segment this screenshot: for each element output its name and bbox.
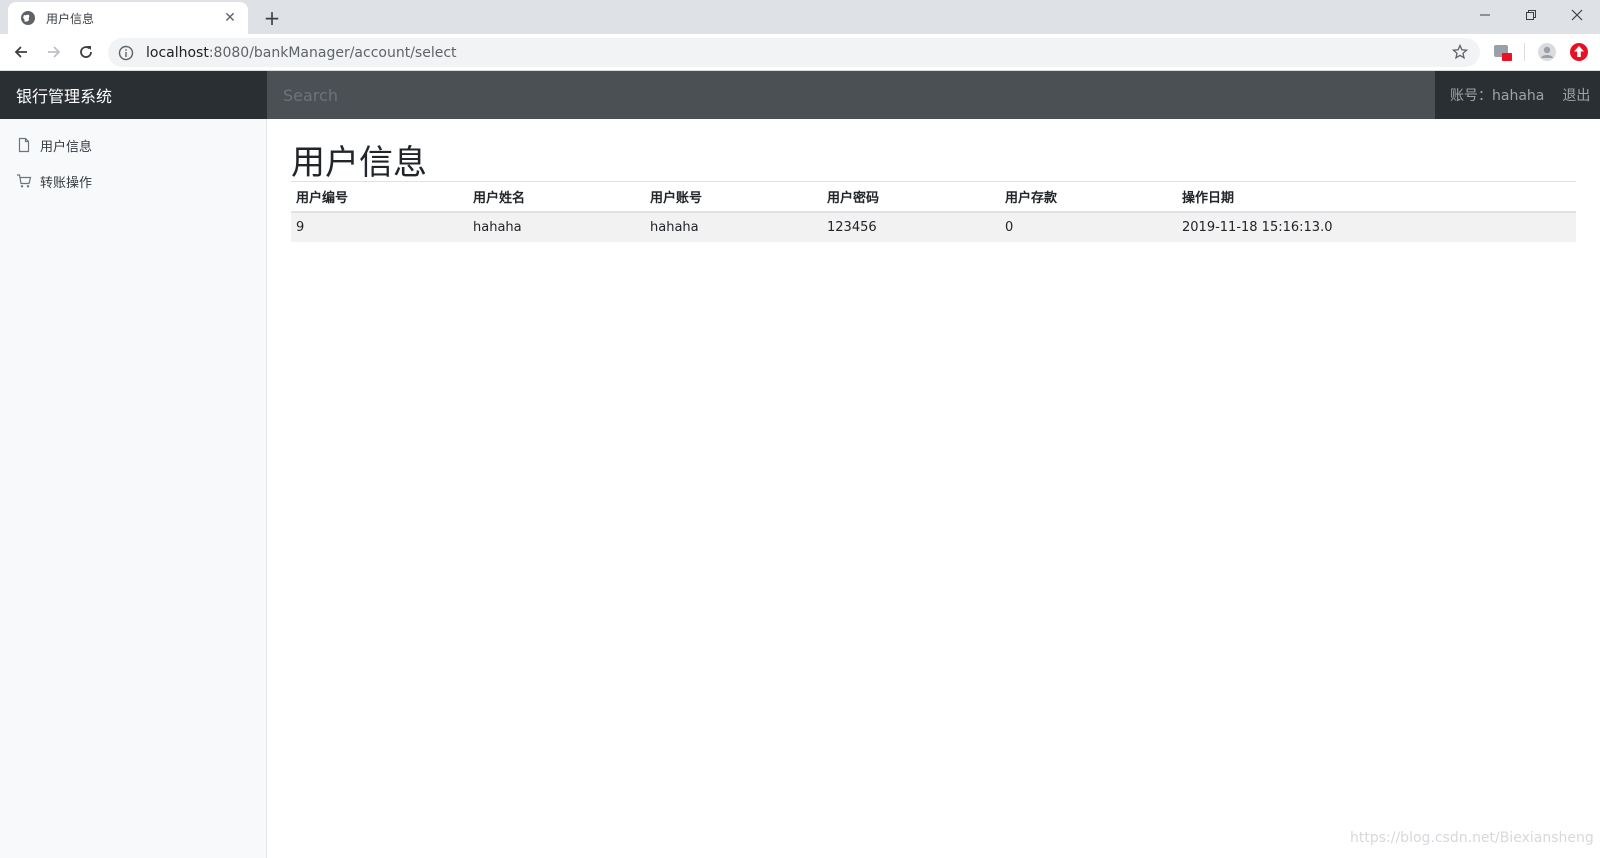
app-navbar: 银行管理系统 账号：hahaha 退出 — [0, 71, 1600, 119]
extension-icon[interactable] — [1493, 42, 1513, 62]
cell-id: 9 — [291, 212, 468, 242]
cell-date: 2019-11-18 15:16:13.0 — [1177, 212, 1576, 242]
cell-name: hahaha — [468, 212, 645, 242]
sidebar-item-user-info[interactable]: 用户信息 — [16, 133, 92, 157]
cell-deposit: 0 — [1000, 212, 1177, 242]
tab-title: 用户信息 — [46, 11, 95, 26]
column-header-id: 用户编号 — [291, 182, 468, 213]
navbar-user-area: 账号：hahaha 退出 — [1435, 71, 1600, 119]
arrow-right-icon[interactable] — [40, 38, 68, 66]
watermark: https://blog.csdn.net/Biexiansheng — [1350, 830, 1594, 846]
url-text: localhost:8080/bankManager/account/selec… — [146, 45, 457, 61]
logout-link[interactable]: 退出 — [1562, 85, 1590, 105]
restore-icon[interactable] — [1508, 0, 1554, 30]
column-header-account: 用户账号 — [645, 182, 822, 213]
table-row: 9 hahaha hahaha 123456 0 2019-11-18 15:1… — [291, 212, 1576, 242]
toolbar-separator — [1524, 43, 1525, 61]
sidebar-item-transfer[interactable]: 转账操作 — [16, 169, 92, 193]
browser-toolbar: localhost:8080/bankManager/account/selec… — [0, 34, 1600, 71]
column-header-deposit: 用户存款 — [1000, 182, 1177, 213]
url-host: localhost — [146, 44, 209, 61]
reload-icon[interactable] — [72, 38, 100, 66]
cell-password: 123456 — [822, 212, 1000, 242]
user-info-table: 用户编号 用户姓名 用户账号 用户密码 用户存款 操作日期 9 hahaha h… — [291, 182, 1576, 242]
sidebar-item-label: 用户信息 — [40, 139, 93, 155]
window-close-icon[interactable] — [1554, 0, 1600, 30]
column-header-name: 用户姓名 — [468, 182, 645, 213]
sidebar-item-label: 转账操作 — [40, 175, 93, 191]
arrow-left-icon[interactable] — [7, 38, 35, 66]
cell-account: hahaha — [645, 212, 822, 242]
sidebar: 用户信息 转账操作 — [0, 119, 267, 858]
address-bar[interactable]: localhost:8080/bankManager/account/selec… — [108, 38, 1480, 67]
minimize-icon[interactable] — [1462, 0, 1508, 30]
plus-icon[interactable]: + — [258, 4, 286, 32]
close-icon[interactable]: ✕ — [222, 10, 238, 26]
account-label: 账号：hahaha — [1450, 88, 1545, 104]
browser-tabstrip: 用户信息 ✕ + — [0, 0, 1600, 34]
file-icon — [18, 137, 30, 153]
column-header-date: 操作日期 — [1177, 182, 1576, 213]
page-title: 用户信息 — [291, 143, 427, 183]
brand-title[interactable]: 银行管理系统 — [0, 71, 267, 119]
update-icon[interactable] — [1569, 42, 1589, 62]
globe-icon — [21, 11, 35, 25]
cart-icon — [17, 174, 32, 188]
browser-tab[interactable]: 用户信息 ✕ — [8, 2, 248, 34]
table-header-row: 用户编号 用户姓名 用户账号 用户密码 用户存款 操作日期 — [291, 182, 1576, 213]
star-icon[interactable] — [1452, 44, 1468, 60]
profile-avatar-icon[interactable] — [1537, 42, 1557, 62]
search-input[interactable] — [267, 71, 1435, 119]
column-header-password: 用户密码 — [822, 182, 1000, 213]
url-path: :8080/bankManager/account/select — [208, 44, 457, 61]
info-icon[interactable] — [118, 45, 134, 61]
